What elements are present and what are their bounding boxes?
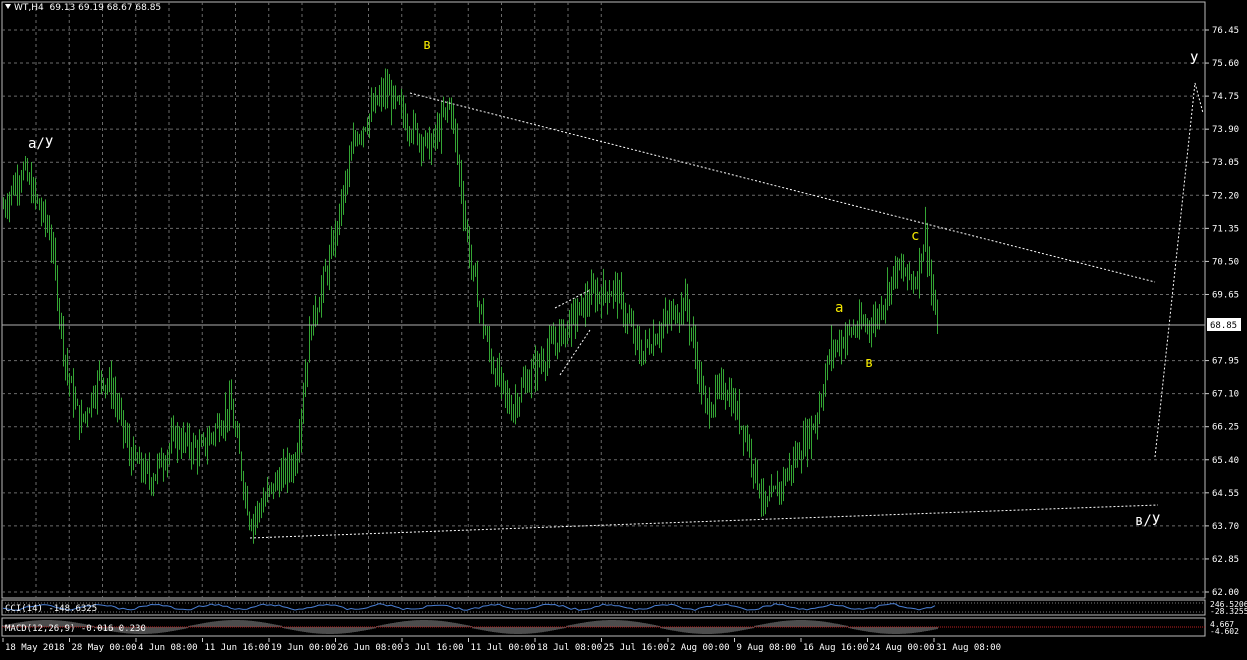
price-tick-label: 64.55 [1212, 489, 1239, 499]
symbol-label: WT,H4 [14, 3, 44, 13]
ohlc-values: 69.13 69.19 68.67 68.85 [49, 3, 162, 13]
time-tick-label: 18 May 2018 [5, 643, 65, 653]
wave-label-b-top: в [423, 37, 431, 53]
price-axis: 76.45 75.60 74.75 73.90 73.05 72.20 71.35 70.50… [1205, 26, 1239, 598]
time-tick-label: 11 Jul 00:00 [471, 643, 536, 653]
time-tick-label: 18 Jul 08:00 [537, 643, 602, 653]
wave-label-b-mid: в [865, 355, 873, 371]
time-tick-label: 28 May 00:00 [72, 643, 137, 653]
time-axis: 18 May 2018 28 May 00:00 4 Jun 08:00 11 Jun… [2, 638, 1001, 653]
time-tick-label: 24 Aug 00:00 [870, 643, 935, 653]
cci-window[interactable] [1, 599, 1206, 616]
wave-segment-1 [554, 289, 591, 309]
time-tick-label: 2 Aug 00:00 [670, 643, 730, 653]
price-tick-label: 66.25 [1212, 423, 1239, 433]
price-tick-label: 62.00 [1212, 588, 1239, 598]
price-tick-label: 72.20 [1212, 191, 1239, 201]
price-tick-label: 65.40 [1212, 456, 1239, 466]
time-tick-label: 26 Jun 08:00 [338, 643, 403, 653]
time-tick-label: 4 Jun 08:00 [138, 643, 198, 653]
cci-scale-bottom: -28.3255 [1210, 607, 1247, 616]
wave-label-a-y: а/У [28, 136, 53, 152]
lower-trendline [249, 504, 1159, 539]
horizontal-grid [2, 29, 1205, 593]
vertical-grid [35, 2, 602, 598]
price-tick-label: 70.50 [1212, 257, 1239, 267]
time-tick-label: 9 Aug 08:00 [737, 643, 797, 653]
price-tick-label: 73.90 [1212, 125, 1239, 135]
price-tick-label: 76.45 [1212, 26, 1239, 36]
projected-wave-path [1154, 82, 1204, 458]
price-tick-label: 75.60 [1212, 59, 1239, 69]
price-tick-label: 67.95 [1212, 357, 1239, 367]
time-tick-label: 19 Jun 00:00 [271, 643, 336, 653]
time-tick-label: 3 Jul 16:00 [404, 643, 464, 653]
wave-label-y: У [1190, 52, 1198, 68]
price-tick-label: 67.10 [1212, 390, 1239, 400]
wave-overlay [249, 82, 1204, 539]
price-tick-label: 73.05 [1212, 158, 1239, 168]
current-price-label: 68.85 [1210, 321, 1237, 331]
chart-window[interactable]: а/У в с а в в/У У 76.45 75.60 74.75 73.90 73… [0, 0, 1247, 656]
macd-scale-bottom: -4.602 [1210, 627, 1239, 636]
time-tick-label: 31 Aug 08:00 [936, 643, 1001, 653]
macd-label: MACD(12,26,9) -0.016 0.230 [5, 624, 146, 634]
time-tick-label: 11 Jun 16:00 [205, 643, 270, 653]
price-tick-label: 69.65 [1212, 290, 1239, 300]
symbol-info-bar: WT,H4 69.13 69.19 68.67 68.85 [5, 3, 161, 13]
time-tick-label: 25 Jul 16:00 [604, 643, 669, 653]
wave-label-c: с [911, 228, 919, 244]
wave-label-b-y: в/У [1135, 513, 1160, 529]
upper-trendline [409, 92, 1156, 283]
wave-label-a: а [835, 300, 843, 316]
chart-menu-triangle-icon[interactable] [5, 4, 11, 9]
price-chart[interactable]: а/У в с а в в/У У 76.45 75.60 74.75 73.90 73… [0, 0, 1247, 656]
price-tick-label: 71.35 [1212, 224, 1239, 234]
candlestick-series [3, 68, 938, 544]
price-tick-label: 62.85 [1212, 555, 1239, 565]
price-tick-label: 63.70 [1212, 522, 1239, 532]
cci-label: CCI(14) -148.6325 [5, 604, 97, 614]
time-tick-label: 16 Aug 16:00 [803, 643, 868, 653]
price-tick-label: 74.75 [1212, 92, 1239, 102]
